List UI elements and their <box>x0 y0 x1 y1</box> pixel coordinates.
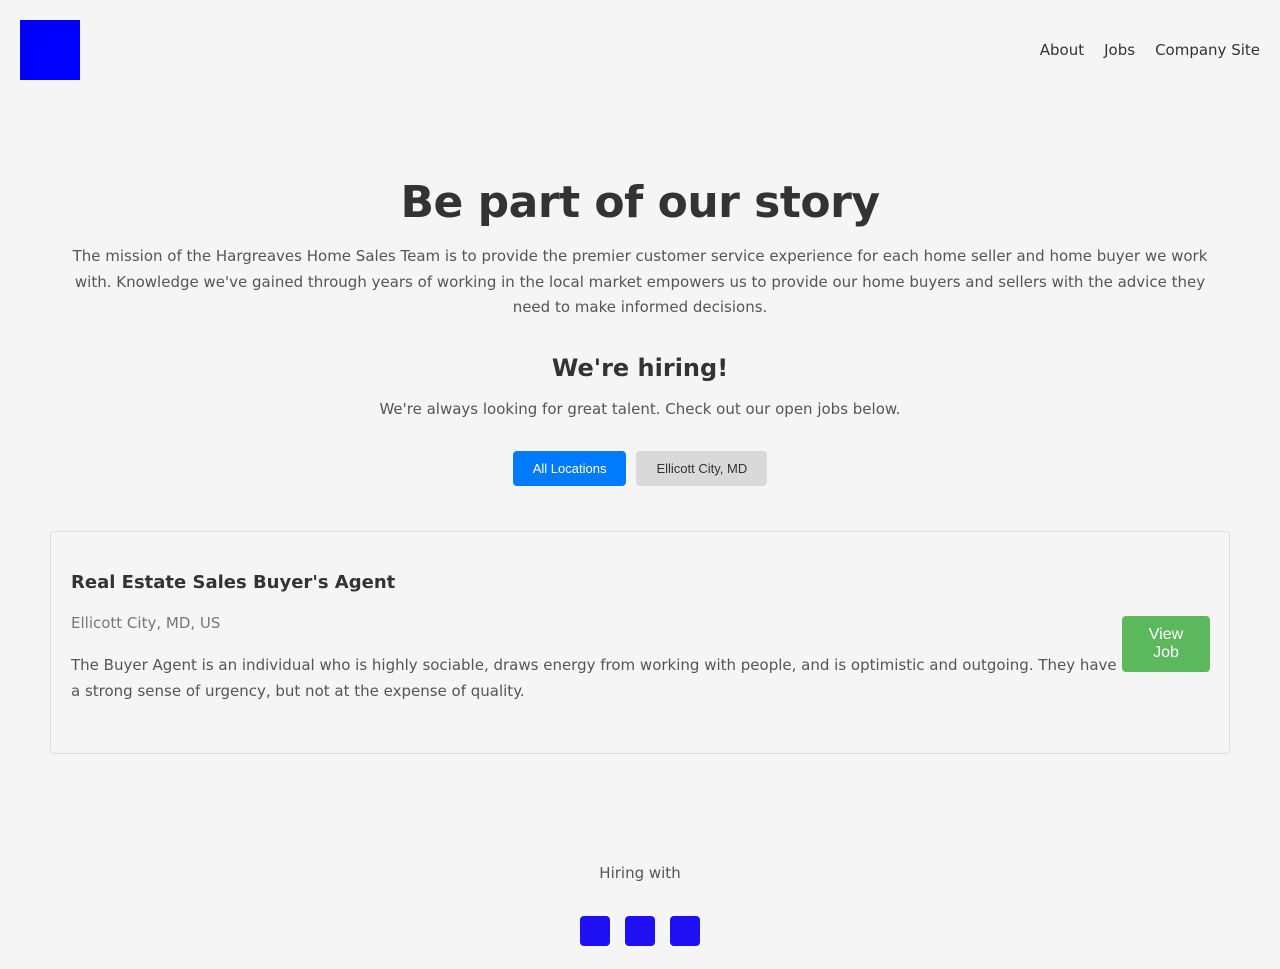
social-icon-3[interactable] <box>670 916 700 946</box>
job-title[interactable]: Real Estate Sales Buyer's Agent <box>71 572 395 593</box>
nav-jobs[interactable]: Jobs <box>1104 41 1135 59</box>
job-card: Real Estate Sales Buyer's Agent Ellicott… <box>50 531 1230 754</box>
job-location: Ellicott City, MD, US <box>71 614 221 632</box>
social-icon-1[interactable] <box>580 916 610 946</box>
main-nav: About Jobs Company Site <box>1040 41 1260 59</box>
view-job-button[interactable]: View Job <box>1122 616 1210 672</box>
hero-section: Be part of our story The mission of the … <box>70 178 1210 486</box>
social-icon-2[interactable] <box>625 916 655 946</box>
job-description: The Buyer Agent is an individual who is … <box>71 656 1117 700</box>
social-links <box>0 916 1280 946</box>
hiring-heading: We're hiring! <box>551 353 729 382</box>
page-title: Be part of our story <box>400 177 880 228</box>
location-filters: All Locations Ellicott City, MD <box>70 450 1210 486</box>
nav-company-site[interactable]: Company Site <box>1155 41 1260 59</box>
site-footer: Hiring with <box>0 862 1280 946</box>
filter-ellicott-city-button[interactable]: Ellicott City, MD <box>636 450 768 486</box>
logo-icon[interactable] <box>20 20 80 80</box>
hiring-subtext: We're always looking for great talent. C… <box>379 399 901 418</box>
hiring-with-text: Hiring with <box>599 864 681 882</box>
nav-about[interactable]: About <box>1040 41 1084 59</box>
site-header: About Jobs Company Site <box>20 20 1260 80</box>
mission-text: The mission of the Hargreaves Home Sales… <box>72 247 1208 316</box>
filter-all-locations-button[interactable]: All Locations <box>512 450 627 486</box>
